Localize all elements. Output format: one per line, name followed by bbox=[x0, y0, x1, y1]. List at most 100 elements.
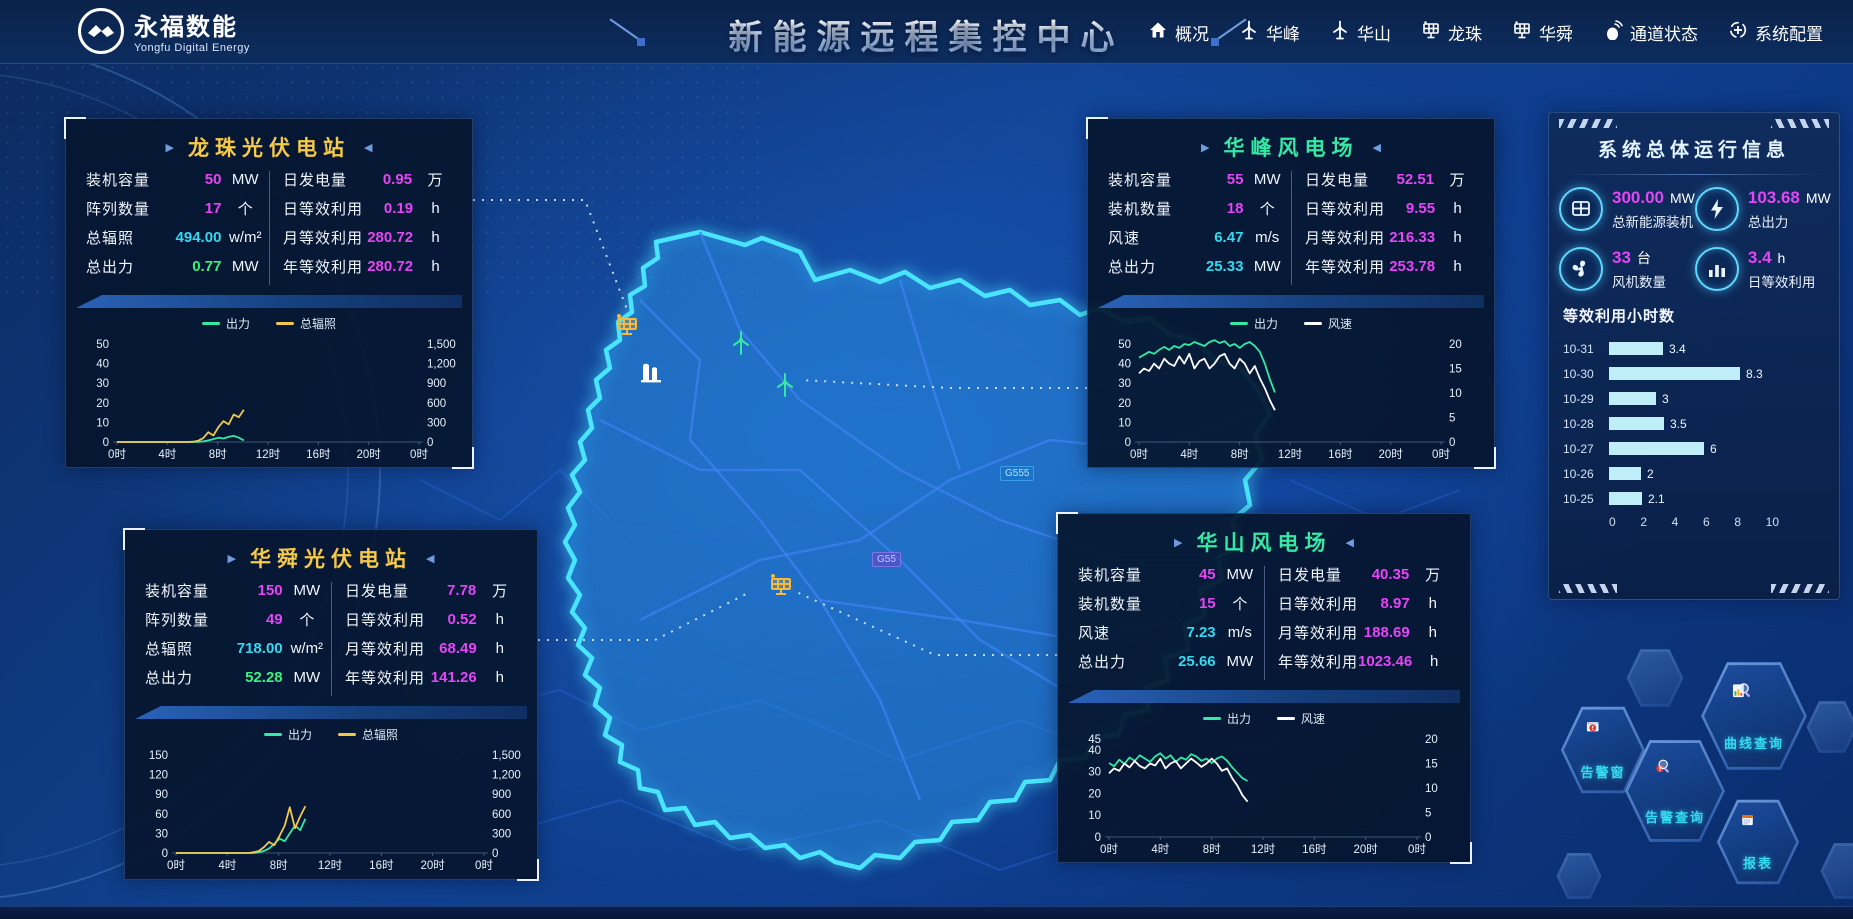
station-chart: 出力风速50403020100201510500时4时8时12时16时20时0时 bbox=[1088, 315, 1494, 470]
bar-track: 2 bbox=[1609, 467, 1767, 480]
hex-button-告警查询[interactable]: 告警查询 bbox=[1624, 738, 1726, 844]
solar-station-map-icon[interactable] bbox=[768, 572, 794, 598]
svg-text:20: 20 bbox=[1425, 734, 1438, 746]
svg-text:16时: 16时 bbox=[1328, 448, 1353, 461]
stat-row: 阵列数量49个 bbox=[139, 605, 331, 634]
kpi-unit: h bbox=[1778, 250, 1786, 266]
report-icon bbox=[1740, 812, 1776, 850]
stat-label: 日等效利用 bbox=[1291, 198, 1385, 219]
svg-text:20: 20 bbox=[1088, 788, 1101, 800]
svg-text:0时: 0时 bbox=[410, 448, 428, 461]
svg-text:900: 900 bbox=[427, 378, 446, 390]
svg-text:20时: 20时 bbox=[1354, 843, 1379, 856]
stat-row: 风速7.23m/s bbox=[1072, 618, 1264, 647]
stats-column-left: 装机容量45MW装机数量15个风速7.23m/s总出力25.66MW bbox=[1072, 560, 1264, 676]
title-left-decoration bbox=[607, 18, 667, 46]
equivalent-hours-section: 等效利用小时数 10-313.410-308.310-29310-283.510… bbox=[1549, 291, 1839, 529]
legend-swatch-icon bbox=[338, 733, 356, 736]
stats-column-right: 日发电量7.78万日等效利用0.52h月等效利用68.49h年等效利用141.2… bbox=[331, 576, 523, 692]
stat-unit: h bbox=[1435, 258, 1480, 275]
stats-column-right: 日发电量40.35万日等效利用8.97h月等效利用188.69h年等效利用102… bbox=[1264, 560, 1456, 676]
stat-unit: MW bbox=[283, 669, 331, 686]
panel-title-row: ▶华山风电场◀ bbox=[1058, 527, 1470, 557]
wind-turbine-map-icon[interactable] bbox=[728, 330, 754, 356]
stat-row: 日发电量0.95万 bbox=[269, 165, 458, 194]
corner-stripes-icon bbox=[1771, 584, 1829, 593]
stat-unit: MW bbox=[283, 582, 331, 599]
svg-text:20时: 20时 bbox=[357, 448, 382, 461]
bar-fill bbox=[1609, 417, 1664, 430]
stat-unit: 万 bbox=[1434, 169, 1480, 190]
system-kpi: 33台风机数量 bbox=[1559, 247, 1695, 291]
stats-column-right: 日发电量0.95万日等效利用0.19h月等效利用280.72h年等效利用280.… bbox=[269, 165, 458, 281]
legend-item: 出力 bbox=[1230, 315, 1278, 332]
axis-tick: 2 bbox=[1640, 515, 1647, 529]
stat-value: 280.72 bbox=[363, 229, 413, 246]
stat-row: 日等效利用0.52h bbox=[331, 605, 523, 634]
svg-text:0: 0 bbox=[162, 848, 168, 860]
hex-button-label: 曲线查询 bbox=[1724, 733, 1784, 752]
svg-text:90: 90 bbox=[155, 789, 168, 801]
daily-hours-icon bbox=[1695, 247, 1739, 291]
svg-text:0: 0 bbox=[427, 437, 433, 449]
hex-button-label: 报表 bbox=[1743, 853, 1773, 872]
power-output-icon bbox=[1695, 187, 1739, 231]
power-plant-map-icon[interactable] bbox=[638, 358, 664, 384]
stat-row: 日发电量40.35万 bbox=[1264, 560, 1456, 589]
svg-text:1,500: 1,500 bbox=[427, 339, 456, 351]
nav-item-通道状态[interactable]: 通道状态 bbox=[1603, 20, 1698, 45]
nav-item-label: 华舜 bbox=[1539, 20, 1573, 45]
bar-row: 10-262 bbox=[1563, 461, 1825, 486]
nav-item-概况[interactable]: 概况 bbox=[1148, 20, 1209, 45]
nav-item-华峰[interactable]: 华峰 bbox=[1239, 20, 1300, 45]
stat-value: 8.97 bbox=[1358, 595, 1410, 612]
svg-text:10: 10 bbox=[96, 417, 109, 429]
nav-item-龙珠[interactable]: 龙珠 bbox=[1421, 20, 1482, 45]
svg-text:8时: 8时 bbox=[270, 859, 288, 872]
logo-title: 永福数能 bbox=[134, 7, 250, 42]
bar-value: 3.4 bbox=[1669, 342, 1686, 356]
stat-unit: MW bbox=[1243, 171, 1291, 188]
wind-turbine-map-icon[interactable] bbox=[772, 372, 798, 398]
hex-button-报表[interactable]: 报表 bbox=[1716, 798, 1800, 886]
home-icon bbox=[1148, 20, 1168, 45]
bar-category: 10-28 bbox=[1563, 417, 1609, 431]
stat-label: 总出力 bbox=[1102, 256, 1187, 277]
stat-unit: w/m² bbox=[221, 229, 269, 246]
section-divider-bar bbox=[1068, 690, 1460, 703]
arrow-left-icon: ◀ bbox=[1373, 141, 1381, 154]
nav-item-系统配置[interactable]: 系统配置 bbox=[1728, 20, 1823, 45]
svg-text:0时: 0时 bbox=[1432, 448, 1450, 461]
bar-row: 10-283.5 bbox=[1563, 411, 1825, 436]
stat-value: 45 bbox=[1158, 566, 1216, 583]
stat-unit: h bbox=[1435, 200, 1480, 217]
stat-row: 阵列数量17个 bbox=[80, 194, 269, 223]
stat-row: 装机数量18个 bbox=[1102, 194, 1291, 223]
nav-item-华舜[interactable]: 华舜 bbox=[1512, 20, 1573, 45]
bar-fill bbox=[1609, 442, 1704, 455]
stat-label: 年等效利用 bbox=[1291, 256, 1385, 277]
decorative-hexagon bbox=[1806, 700, 1853, 754]
svg-text:16时: 16时 bbox=[306, 448, 331, 461]
curve-query-icon bbox=[1731, 680, 1778, 729]
section-divider-bar bbox=[1098, 295, 1484, 308]
stat-row: 装机容量50MW bbox=[80, 165, 269, 194]
stat-value: 52.28 bbox=[225, 669, 283, 686]
stat-unit: MW bbox=[1216, 566, 1264, 583]
stat-row: 装机容量55MW bbox=[1102, 165, 1291, 194]
svg-text:20时: 20时 bbox=[1379, 448, 1404, 461]
stat-value: 6.47 bbox=[1187, 229, 1244, 246]
svg-text:60: 60 bbox=[155, 809, 168, 821]
main-nav: 概况 华峰 华山 龙珠 华舜 通道状态 系统配置 bbox=[1148, 0, 1823, 64]
bar-fill bbox=[1609, 392, 1656, 405]
solar-station-map-icon[interactable] bbox=[614, 312, 640, 338]
bar-track: 8.3 bbox=[1609, 367, 1767, 380]
stat-unit: 万 bbox=[412, 169, 458, 190]
corner-bracket-icon bbox=[1056, 512, 1078, 534]
station-panel-longzhu: ▶龙珠光伏电站◀装机容量50MW阵列数量17个总辐照494.00w/m²总出力0… bbox=[65, 118, 473, 468]
svg-text:4时: 4时 bbox=[1151, 843, 1169, 856]
stat-value: 55 bbox=[1187, 171, 1244, 188]
bar-fill bbox=[1609, 492, 1642, 505]
svg-text:15: 15 bbox=[1449, 364, 1462, 376]
nav-item-华山[interactable]: 华山 bbox=[1330, 20, 1391, 45]
